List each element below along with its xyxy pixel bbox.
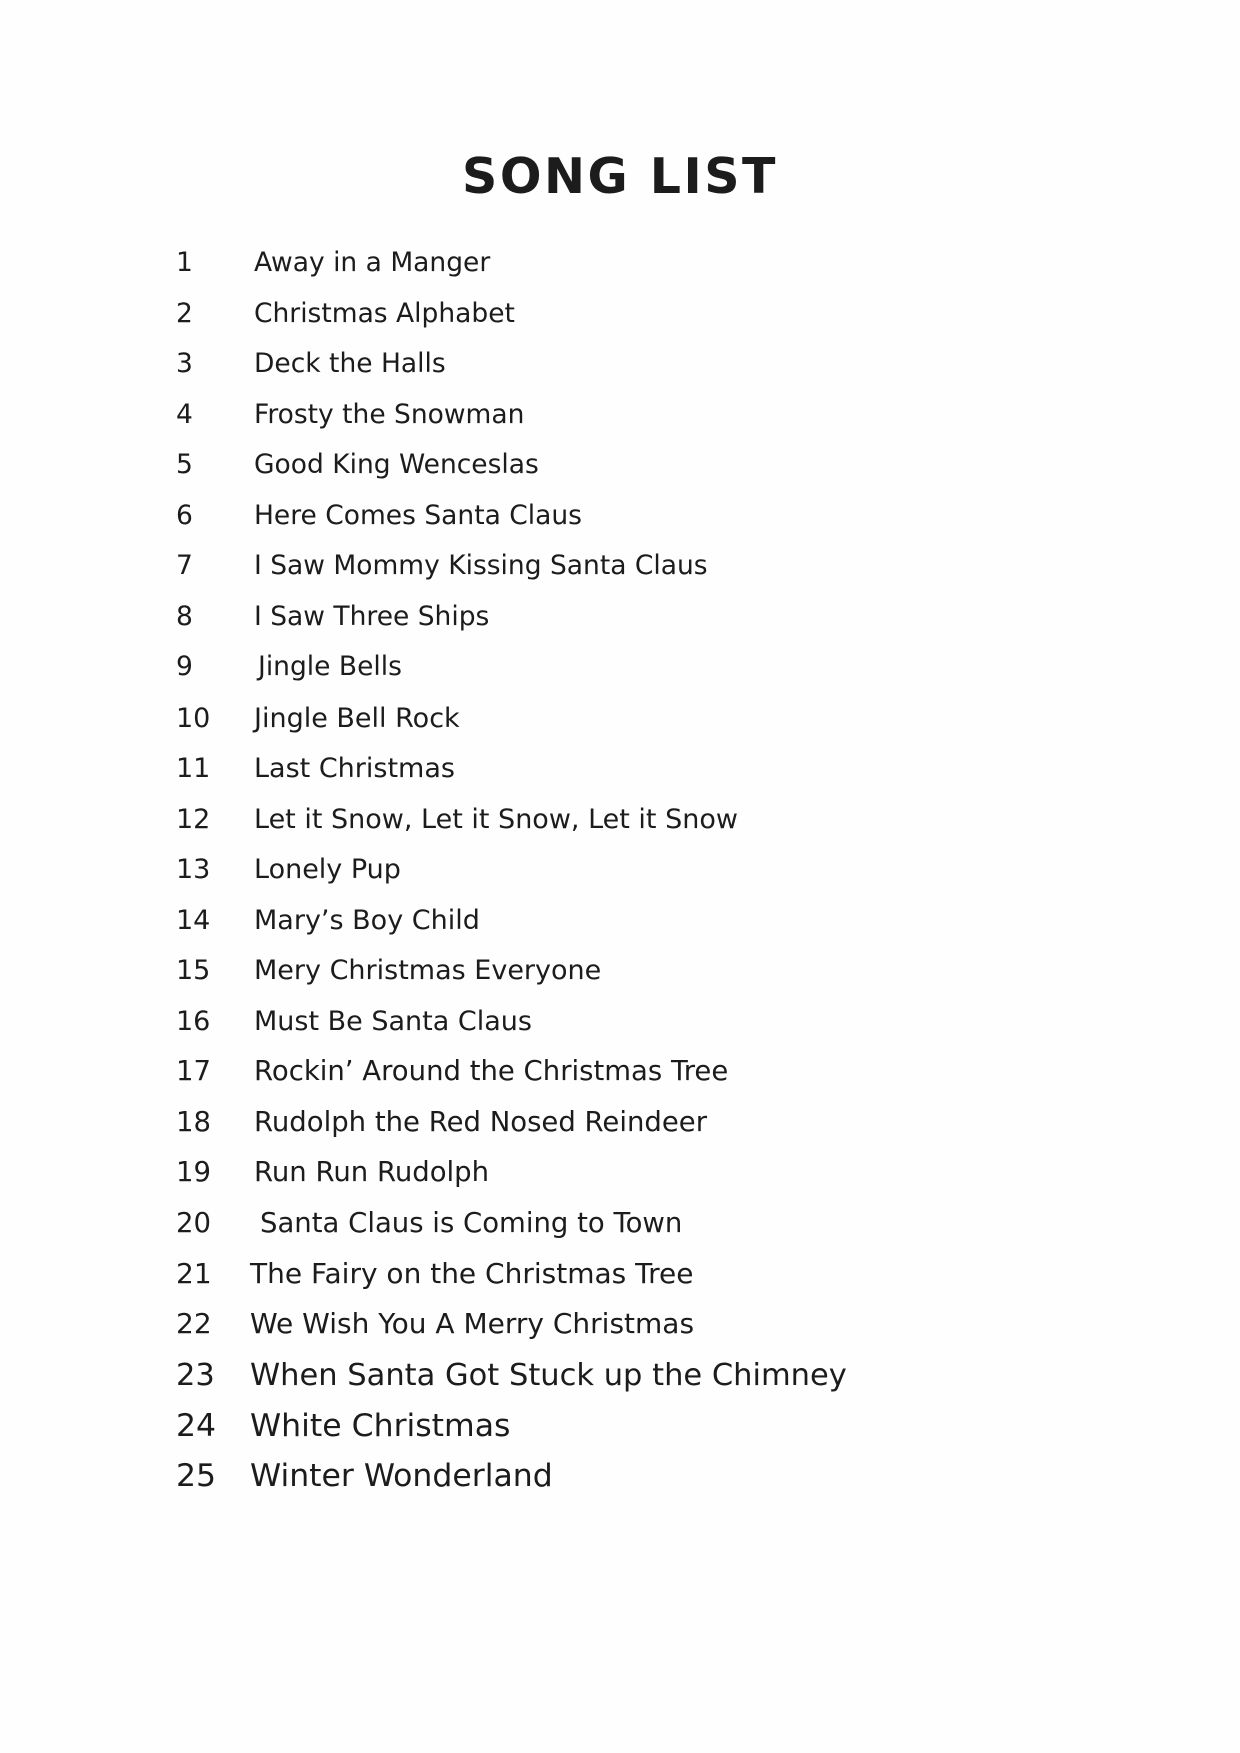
list-item: 21 The Fairy on the Christmas Tree bbox=[176, 1257, 694, 1290]
song-number: 20 bbox=[176, 1206, 211, 1239]
song-title: Jingle Bells bbox=[258, 651, 402, 682]
list-item: 4 Frosty the Snowman bbox=[176, 398, 525, 430]
song-number: 2 bbox=[176, 297, 193, 329]
list-item: 10 Jingle Bell Rock bbox=[176, 703, 460, 734]
song-title: I Saw Mommy Kissing Santa Claus bbox=[254, 550, 708, 581]
song-number: 18 bbox=[176, 1105, 211, 1138]
song-title: Jingle Bell Rock bbox=[254, 702, 460, 734]
song-number: 16 bbox=[176, 1005, 211, 1037]
song-number: 10 bbox=[176, 702, 211, 734]
song-title: Let it Snow, Let it Snow, Let it Snow bbox=[254, 803, 738, 835]
song-number: 17 bbox=[176, 1055, 211, 1087]
list-item: 3 Deck the Halls bbox=[176, 348, 446, 379]
song-number: 14 bbox=[176, 904, 211, 936]
list-item: 7 I Saw Mommy Kissing Santa Claus bbox=[176, 550, 708, 581]
list-item: 22 We Wish You A Merry Christmas bbox=[176, 1307, 695, 1340]
song-title: Mery Christmas Everyone bbox=[254, 955, 602, 986]
list-item: 15 Mery Christmas Everyone bbox=[176, 955, 601, 986]
song-number: 21 bbox=[176, 1257, 212, 1290]
song-title: Winter Wonderland bbox=[250, 1458, 553, 1494]
list-item: 2 Christmas Alphabet bbox=[176, 297, 515, 329]
song-title: When Santa Got Stuck up the Chimney bbox=[250, 1358, 847, 1393]
song-number: 23 bbox=[176, 1358, 215, 1393]
song-title: Away in a Manger bbox=[254, 247, 491, 278]
list-item: 20 Santa Claus is Coming to Town bbox=[176, 1206, 683, 1240]
song-number: 4 bbox=[176, 398, 193, 430]
song-title: Mary’s Boy Child bbox=[254, 904, 480, 936]
song-title: Must Be Santa Claus bbox=[254, 1005, 532, 1037]
song-title: Frosty the Snowman bbox=[254, 398, 525, 430]
song-title: Rudolph the Red Nosed Reindeer bbox=[254, 1105, 708, 1138]
song-number: 24 bbox=[176, 1408, 217, 1444]
list-item: 19 Run Run Rudolph bbox=[176, 1156, 490, 1189]
page-title: SONG LIST bbox=[462, 148, 778, 205]
song-number: 5 bbox=[176, 449, 193, 480]
song-title: Run Run Rudolph bbox=[254, 1156, 490, 1188]
list-item: 13 Lonely Pup bbox=[176, 854, 401, 885]
list-item: 18 Rudolph the Red Nosed Reindeer bbox=[176, 1105, 708, 1139]
song-title: Deck the Halls bbox=[254, 348, 446, 379]
list-item: 23 When Santa Got Stuck up the Chimney bbox=[176, 1358, 847, 1393]
song-title: The Fairy on the Christmas Tree bbox=[250, 1257, 694, 1290]
list-item: 12 Let it Snow, Let it Snow, Let it Snow bbox=[176, 804, 738, 835]
song-title: Here Comes Santa Claus bbox=[254, 499, 582, 531]
list-item: 11 Last Christmas bbox=[176, 753, 455, 784]
song-number: 9 bbox=[176, 651, 193, 682]
list-item: 25 Winter Wonderland bbox=[176, 1458, 553, 1494]
song-title: Christmas Alphabet bbox=[254, 297, 515, 329]
song-number: 25 bbox=[176, 1458, 217, 1494]
song-number: 6 bbox=[176, 499, 193, 531]
list-item: 24 White Christmas bbox=[176, 1408, 510, 1444]
song-list: 1 Away in a Manger 2 Christmas Alphabet 3 Dec… bbox=[176, 247, 1176, 1508]
list-item: 9 Jingle Bells bbox=[176, 651, 402, 682]
song-title: Last Christmas bbox=[254, 753, 455, 784]
song-number: 22 bbox=[176, 1307, 212, 1340]
song-title: We Wish You A Merry Christmas bbox=[250, 1307, 695, 1340]
list-item: 5 Good King Wenceslas bbox=[176, 449, 539, 480]
list-item: 8 I Saw Three Ships bbox=[176, 600, 490, 632]
song-number: 8 bbox=[176, 600, 193, 632]
song-title: Good King Wenceslas bbox=[254, 449, 539, 480]
document-page: SONG LIST 1 Away in a Manger 2 Christmas Al… bbox=[0, 0, 1240, 1753]
song-number: 15 bbox=[176, 955, 211, 986]
song-number: 19 bbox=[176, 1156, 211, 1188]
song-title: I Saw Three Ships bbox=[254, 600, 490, 632]
list-item: 17 Rockin’ Around the Christmas Tree bbox=[176, 1055, 729, 1088]
list-item: 16 Must Be Santa Claus bbox=[176, 1006, 532, 1037]
song-title: Lonely Pup bbox=[254, 854, 401, 885]
song-number: 7 bbox=[176, 550, 193, 581]
song-number: 13 bbox=[176, 854, 211, 885]
song-title: White Christmas bbox=[250, 1408, 511, 1444]
song-title: Santa Claus is Coming to Town bbox=[260, 1206, 683, 1239]
list-item: 1 Away in a Manger bbox=[176, 247, 491, 278]
list-item: 14 Mary’s Boy Child bbox=[176, 905, 480, 936]
song-number: 1 bbox=[176, 247, 193, 278]
song-number: 3 bbox=[176, 348, 193, 379]
song-title: Rockin’ Around the Christmas Tree bbox=[254, 1055, 729, 1087]
song-number: 11 bbox=[176, 753, 211, 784]
song-number: 12 bbox=[176, 803, 211, 835]
list-item: 6 Here Comes Santa Claus bbox=[176, 499, 582, 531]
